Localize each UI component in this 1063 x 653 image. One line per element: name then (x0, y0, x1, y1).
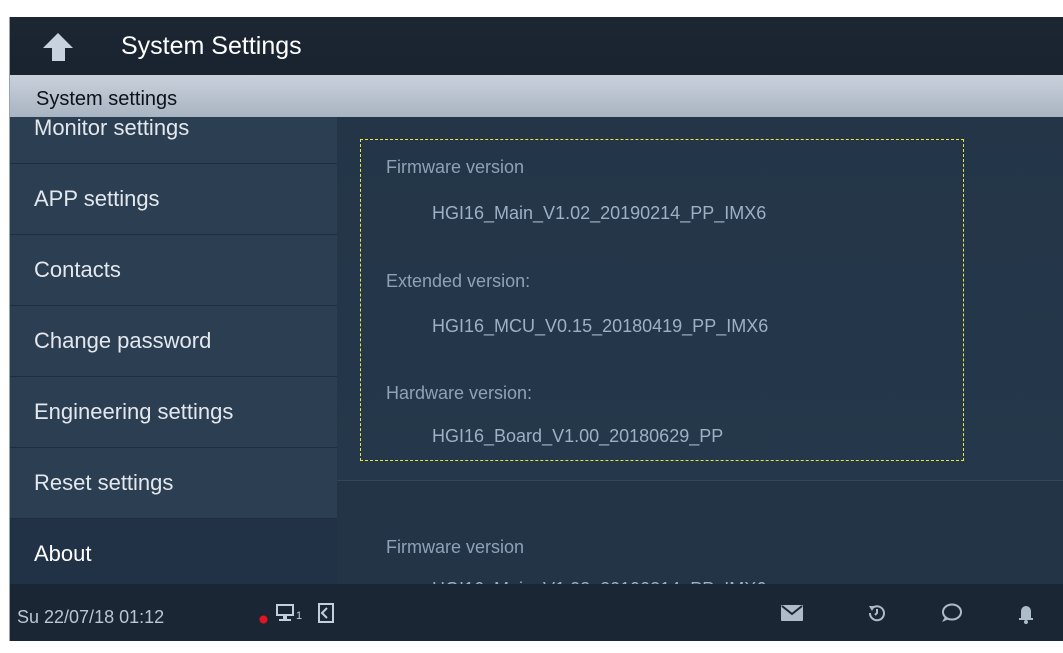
history-icon[interactable] (866, 602, 888, 629)
message-icon[interactable] (939, 602, 963, 629)
network-subscript: 1 (296, 610, 303, 622)
page-title: System Settings (121, 32, 302, 60)
bell-icon[interactable] (1018, 602, 1034, 629)
firmware-version-label-duplicate: Firmware version (386, 537, 525, 557)
door-icon (316, 602, 336, 629)
sidebar-item-engineering-settings[interactable]: Engineering settings (10, 377, 337, 448)
hardware-version-label: Hardware version: (386, 383, 533, 403)
sidebar-item-monitor-settings[interactable]: Monitor settings (10, 117, 337, 164)
app-window: System Settings Monitor settings APP set… (9, 17, 1063, 641)
extended-version-value: HGI16_MCU_V0.15_20180419_PP_IMX6 (432, 316, 769, 336)
sidebar-item-label: Change password (34, 328, 212, 353)
section-header: System settings (10, 75, 1063, 117)
section-title: System settings (36, 88, 178, 110)
sidebar-item-label: APP settings (34, 186, 160, 211)
title-bar: System Settings (10, 17, 1063, 75)
sidebar-item-label: About (34, 541, 92, 566)
firmware-version-value: HGI16_Main_V1.02_20190214_PP_IMX6 (432, 203, 767, 223)
sidebar: Monitor settings APP settings Contacts C… (10, 117, 337, 584)
back-arrow-icon[interactable] (40, 32, 74, 62)
sidebar-item-contacts[interactable]: Contacts (10, 235, 337, 306)
about-content: Firmware version HGI16_Main_V1.02_201902… (337, 117, 1063, 584)
sidebar-item-label: Reset settings (34, 470, 174, 495)
sidebar-item-about[interactable]: About (10, 519, 337, 584)
status-bar: Su 22/07/18 01:12 1 (10, 584, 1063, 641)
sidebar-item-label: Monitor settings (34, 117, 190, 140)
sidebar-item-reset-settings[interactable]: Reset settings (10, 448, 337, 519)
sidebar-item-label: Contacts (34, 257, 121, 282)
network-icon (276, 603, 296, 628)
sidebar-item-app-settings[interactable]: APP settings (10, 164, 337, 235)
record-dot-icon (259, 611, 268, 629)
version-highlight-box (360, 139, 964, 461)
sidebar-item-label: Engineering settings (34, 399, 234, 424)
mail-icon[interactable] (781, 605, 803, 626)
sidebar-item-change-password[interactable]: Change password (10, 306, 337, 377)
firmware-version-label: Firmware version (386, 157, 525, 177)
hardware-version-value: HGI16_Board_V1.00_20180629_PP (432, 426, 724, 446)
date-time: Su 22/07/18 01:12 (17, 607, 165, 627)
version-panel: Firmware version HGI16_Main_V1.02_201902… (337, 117, 1063, 481)
extended-version-label: Extended version: (386, 271, 531, 291)
